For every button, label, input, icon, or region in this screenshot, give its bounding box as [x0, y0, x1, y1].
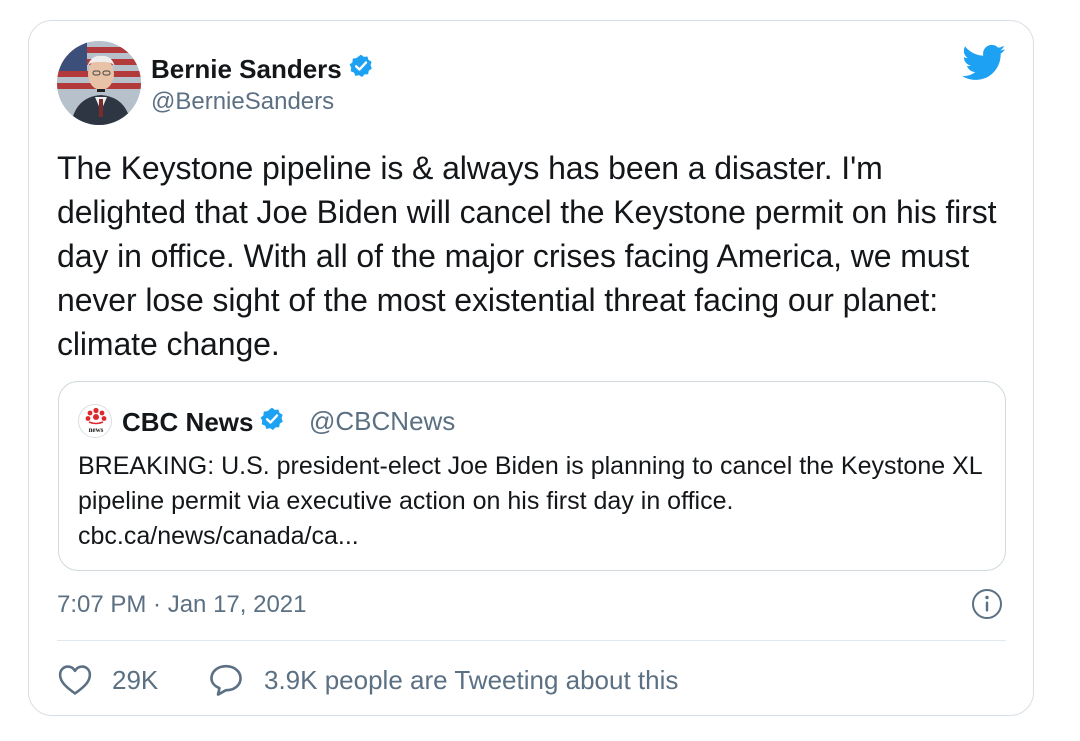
verified-badge-icon [259, 406, 285, 438]
twitter-bird-icon[interactable] [962, 44, 1006, 87]
author-avatar[interactable] [57, 41, 141, 125]
quoted-tweet-text[interactable]: BREAKING: U.S. president-elect Joe Biden… [78, 449, 988, 554]
like-count[interactable]: 29K [112, 665, 158, 695]
quoted-author-name[interactable]: CBC News [122, 406, 285, 438]
quoted-author-name-text[interactable]: CBC News [122, 407, 253, 437]
info-icon[interactable] [971, 588, 1003, 625]
author-handle[interactable]: @BernieSanders [151, 88, 334, 116]
cbc-logo-icon: news [78, 404, 112, 438]
tweeting-about-link[interactable]: 3.9K people are Tweeting about this [264, 665, 678, 695]
quoted-author-handle[interactable]: @CBCNews [309, 406, 455, 436]
verified-badge-icon [348, 53, 374, 85]
cbc-logo-text: news [89, 426, 104, 434]
heart-icon[interactable] [58, 664, 92, 701]
author-name[interactable]: Bernie Sanders [151, 53, 374, 85]
tweet-text: The Keystone pipeline is & always has be… [57, 150, 997, 362]
author-name-text[interactable]: Bernie Sanders [151, 54, 342, 84]
speech-bubble-icon[interactable] [208, 664, 244, 701]
tweet-timestamp[interactable]: 7:07 PM · Jan 17, 2021 [57, 590, 307, 620]
divider [57, 640, 1006, 641]
